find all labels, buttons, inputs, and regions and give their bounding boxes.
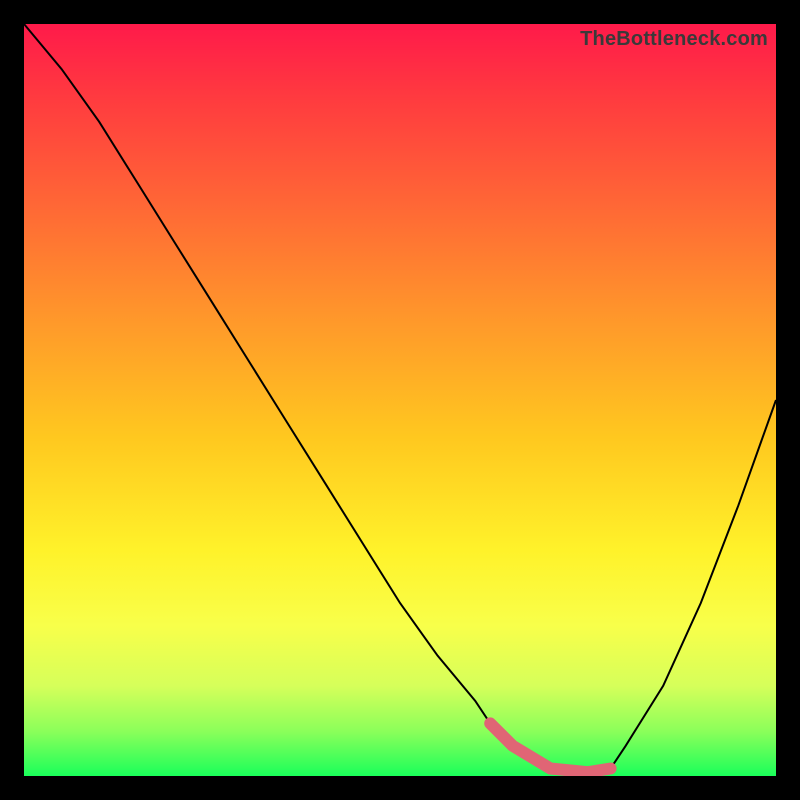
bottleneck-curve — [24, 24, 776, 772]
chart-svg — [24, 24, 776, 776]
highlight-segment — [490, 723, 610, 772]
plot-area: TheBottleneck.com — [24, 24, 776, 776]
chart-container: TheBottleneck.com — [0, 0, 800, 800]
